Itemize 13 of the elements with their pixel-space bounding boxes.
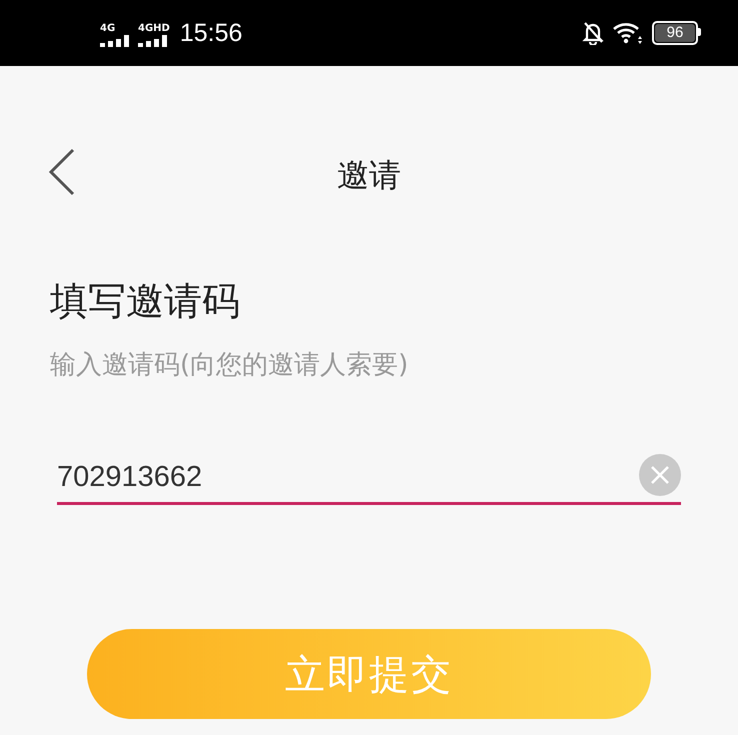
back-icon[interactable] xyxy=(48,148,76,196)
hint-text: 输入邀请码(向您的邀请人索要) xyxy=(50,349,410,382)
page-title: 邀请 xyxy=(337,155,401,196)
signal-icon xyxy=(138,35,168,47)
network-label: 4GHD xyxy=(138,23,170,34)
invite-code-field[interactable]: 702913662 xyxy=(57,457,639,497)
section-heading: 填写邀请码 xyxy=(50,278,241,325)
network-label: 4G xyxy=(100,23,116,34)
battery-level: 96 xyxy=(655,24,695,42)
wifi-icon xyxy=(612,21,644,45)
bell-off-icon xyxy=(582,21,604,45)
clock: 15:56 xyxy=(180,19,242,47)
signal-icon xyxy=(100,35,130,47)
